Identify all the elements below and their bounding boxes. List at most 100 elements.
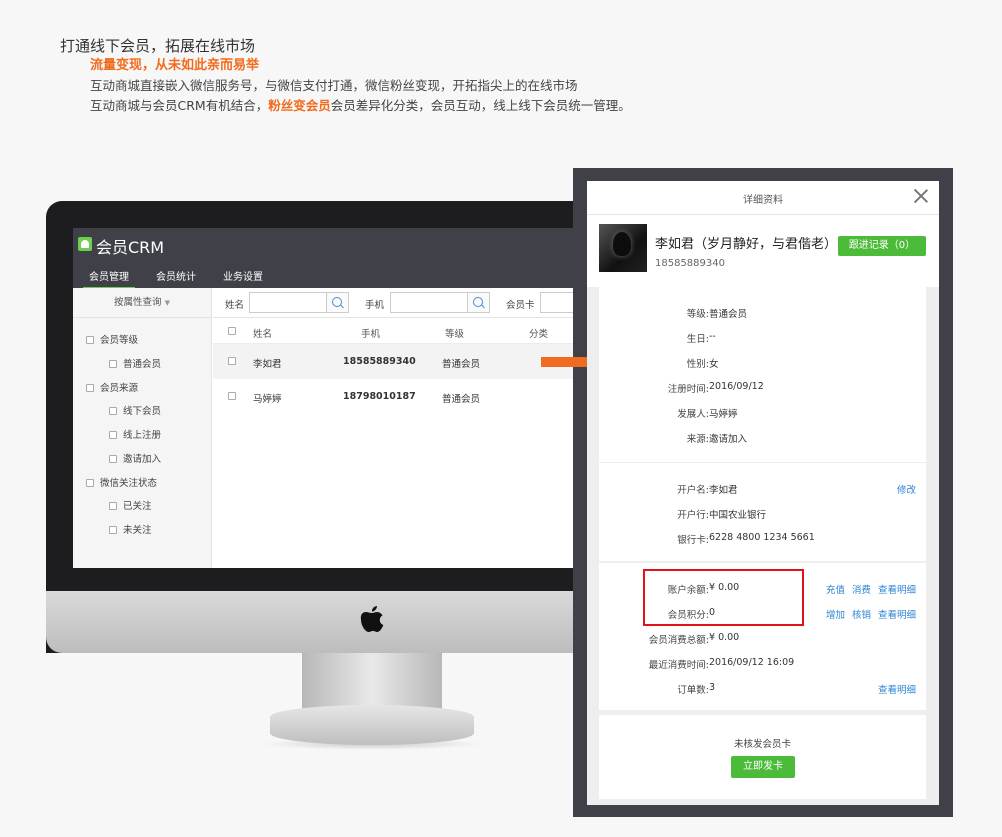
tree-item-source[interactable]: 会员来源 xyxy=(86,380,138,394)
field-register-time: 注册时间: 2016/09/12 xyxy=(599,381,926,395)
field-label: 会员消费总额: xyxy=(648,635,709,646)
crm-screen: 会员CRM 会员管理 会员统计 业务设置 按属性查询 ▼ 会员等级 普通会员 会… xyxy=(73,228,578,568)
field-value: 2016/09/12 xyxy=(709,381,764,392)
field-value: 普通会员 xyxy=(709,309,748,320)
field-value: 3 xyxy=(709,682,716,693)
points-detail-link[interactable]: 查看明细 xyxy=(878,607,916,621)
tree-item-wechat[interactable]: 微信关注状态 xyxy=(86,475,157,489)
field-label: 注册时间: xyxy=(667,384,709,395)
close-icon[interactable] xyxy=(913,188,929,204)
field-points: 会员积分: 0 增加 核销 查看明细 xyxy=(599,607,926,621)
field-bank-card: 银行卡: 6228 4800 1234 5661 xyxy=(599,532,926,546)
tree-item-source-online[interactable]: 线上注册 xyxy=(109,427,161,441)
consume-link[interactable]: 消费 xyxy=(852,582,871,596)
bank-info-card: 开户名: 李如君 修改 开户行: 中国农业银行 银行卡: 6228 4800 1234 … xyxy=(599,463,926,561)
issue-card-button[interactable]: 立即发卡 xyxy=(731,756,795,778)
search-card-label: 会员卡 xyxy=(506,300,535,311)
row-phone: 18798010187 xyxy=(343,391,416,402)
tree-item-source-offline[interactable]: 线下会员 xyxy=(109,403,161,417)
checkbox[interactable] xyxy=(109,502,117,510)
checkbox[interactable] xyxy=(86,336,94,344)
field-label: 等级: xyxy=(686,309,709,320)
checkbox[interactable] xyxy=(109,431,117,439)
tree-label: 线下会员 xyxy=(123,406,162,417)
tab-member-management[interactable]: 会员管理 xyxy=(83,268,135,289)
monitor-chin xyxy=(46,591,606,653)
add-points-link[interactable]: 增加 xyxy=(826,607,845,621)
orders-detail-link[interactable]: 查看明细 xyxy=(878,682,916,696)
field-value: 2016/09/12 16:09 xyxy=(709,657,795,668)
field-source: 来源: 邀请加入 xyxy=(599,431,926,445)
field-last-spend: 最近消费时间: 2016/09/12 16:09 xyxy=(599,657,926,671)
checkbox[interactable] xyxy=(109,455,117,463)
monitor-stand xyxy=(302,653,442,713)
member-name: 李如君（岁月静好，与君偕老） xyxy=(655,237,838,252)
edit-bank-link[interactable]: 修改 xyxy=(897,482,916,496)
row-level: 普通会员 xyxy=(442,394,481,405)
search-name-input[interactable] xyxy=(249,292,327,313)
tree-label: 会员等级 xyxy=(100,335,139,346)
select-all-checkbox[interactable] xyxy=(228,327,236,335)
follow-record-button[interactable]: 跟进记录（0） xyxy=(838,236,926,256)
checkbox[interactable] xyxy=(109,407,117,415)
field-birthday: 生日: -- xyxy=(599,331,926,345)
table-row[interactable]: 马婷婷 18798010187 普通会员 xyxy=(213,379,578,414)
member-detail-panel: 详细资料 李如君（岁月静好，与君偕老） 18585889340 跟进记录（0） … xyxy=(587,181,939,805)
column-level: 等级 xyxy=(445,329,465,340)
tree-label: 未关注 xyxy=(123,525,152,536)
balance-detail-link[interactable]: 查看明细 xyxy=(878,582,916,596)
search-phone-label: 手机 xyxy=(365,300,385,311)
tree-label: 微信关注状态 xyxy=(100,478,158,489)
field-value: 女 xyxy=(709,359,719,370)
column-category: 分类 xyxy=(529,329,549,340)
tree-item-level[interactable]: 会员等级 xyxy=(86,332,138,346)
tree-item-wechat-unfollowed[interactable]: 未关注 xyxy=(109,522,152,536)
field-label: 账户余额: xyxy=(667,585,709,596)
field-gender: 性别: 女 xyxy=(599,356,926,370)
tree-item-source-invite[interactable]: 邀请加入 xyxy=(109,451,161,465)
account-info-card: 账户余额: ¥ 0.00 充值 消费 查看明细 会员积分: 0 增加 核销 查看明细 会员消费总… xyxy=(599,563,926,710)
table-row[interactable]: 李如君 18585889340 普通会员 xyxy=(213,344,578,379)
apple-logo-icon xyxy=(360,606,384,632)
search-phone-input[interactable] xyxy=(390,292,468,313)
field-label: 开户名: xyxy=(677,485,709,496)
tab-business-settings[interactable]: 业务设置 xyxy=(223,268,263,283)
checkbox[interactable] xyxy=(86,384,94,392)
intro-line-2-pre: 互动商城与会员CRM有机结合， xyxy=(90,98,269,113)
crm-filter-sidebar: 按属性查询 ▼ 会员等级 普通会员 会员来源 线下会员 线上注册 邀请加入 微信… xyxy=(73,288,212,568)
recharge-link[interactable]: 充值 xyxy=(826,582,845,596)
row-checkbox[interactable] xyxy=(228,392,236,400)
intro-line-2: 互动商城与会员CRM有机结合，粉丝变会员会员差异化分类，会员互动，线上线下会员统… xyxy=(90,95,631,114)
field-value: 中国农业银行 xyxy=(709,510,767,521)
crm-logo-icon xyxy=(78,237,92,251)
filter-dropdown[interactable]: 按属性查询 ▼ xyxy=(73,288,211,318)
checkbox[interactable] xyxy=(109,360,117,368)
checkbox[interactable] xyxy=(109,526,117,534)
field-value: 邀请加入 xyxy=(709,434,748,445)
row-name: 李如君 xyxy=(253,359,282,370)
field-label: 会员积分: xyxy=(667,610,709,621)
member-card-section: 未核发会员卡 立即发卡 xyxy=(599,715,926,799)
field-value: 李如君 xyxy=(709,485,738,496)
tab-member-stats[interactable]: 会员统计 xyxy=(156,268,196,283)
tree-item-wechat-followed[interactable]: 已关注 xyxy=(109,498,152,512)
panel-title: 详细资料 xyxy=(743,195,783,206)
search-name-label: 姓名 xyxy=(225,300,245,311)
tree-label: 邀请加入 xyxy=(123,454,162,465)
field-label: 来源: xyxy=(686,434,709,445)
tree-item-level-normal[interactable]: 普通会员 xyxy=(109,356,161,370)
verify-points-link[interactable]: 核销 xyxy=(852,607,871,621)
field-label: 性别: xyxy=(686,359,709,370)
intro-subtitle: 流量变现，从未如此亲而易举 xyxy=(90,58,260,73)
search-phone-button[interactable] xyxy=(468,292,490,313)
search-name-button[interactable] xyxy=(327,292,349,313)
field-value: 6228 4800 1234 5661 xyxy=(709,532,815,543)
field-value: ¥ 0.00 xyxy=(709,632,740,643)
filter-label: 按属性查询 xyxy=(114,297,162,308)
intro-line-2-post: 会员差异化分类，会员互动，线上线下会员统一管理。 xyxy=(330,98,631,113)
checkbox[interactable] xyxy=(86,479,94,487)
field-value: -- xyxy=(709,331,716,342)
intro-title: 打通线下会员，拓展在线市场 xyxy=(60,37,256,55)
field-value: 0 xyxy=(709,607,716,618)
row-checkbox[interactable] xyxy=(228,357,236,365)
